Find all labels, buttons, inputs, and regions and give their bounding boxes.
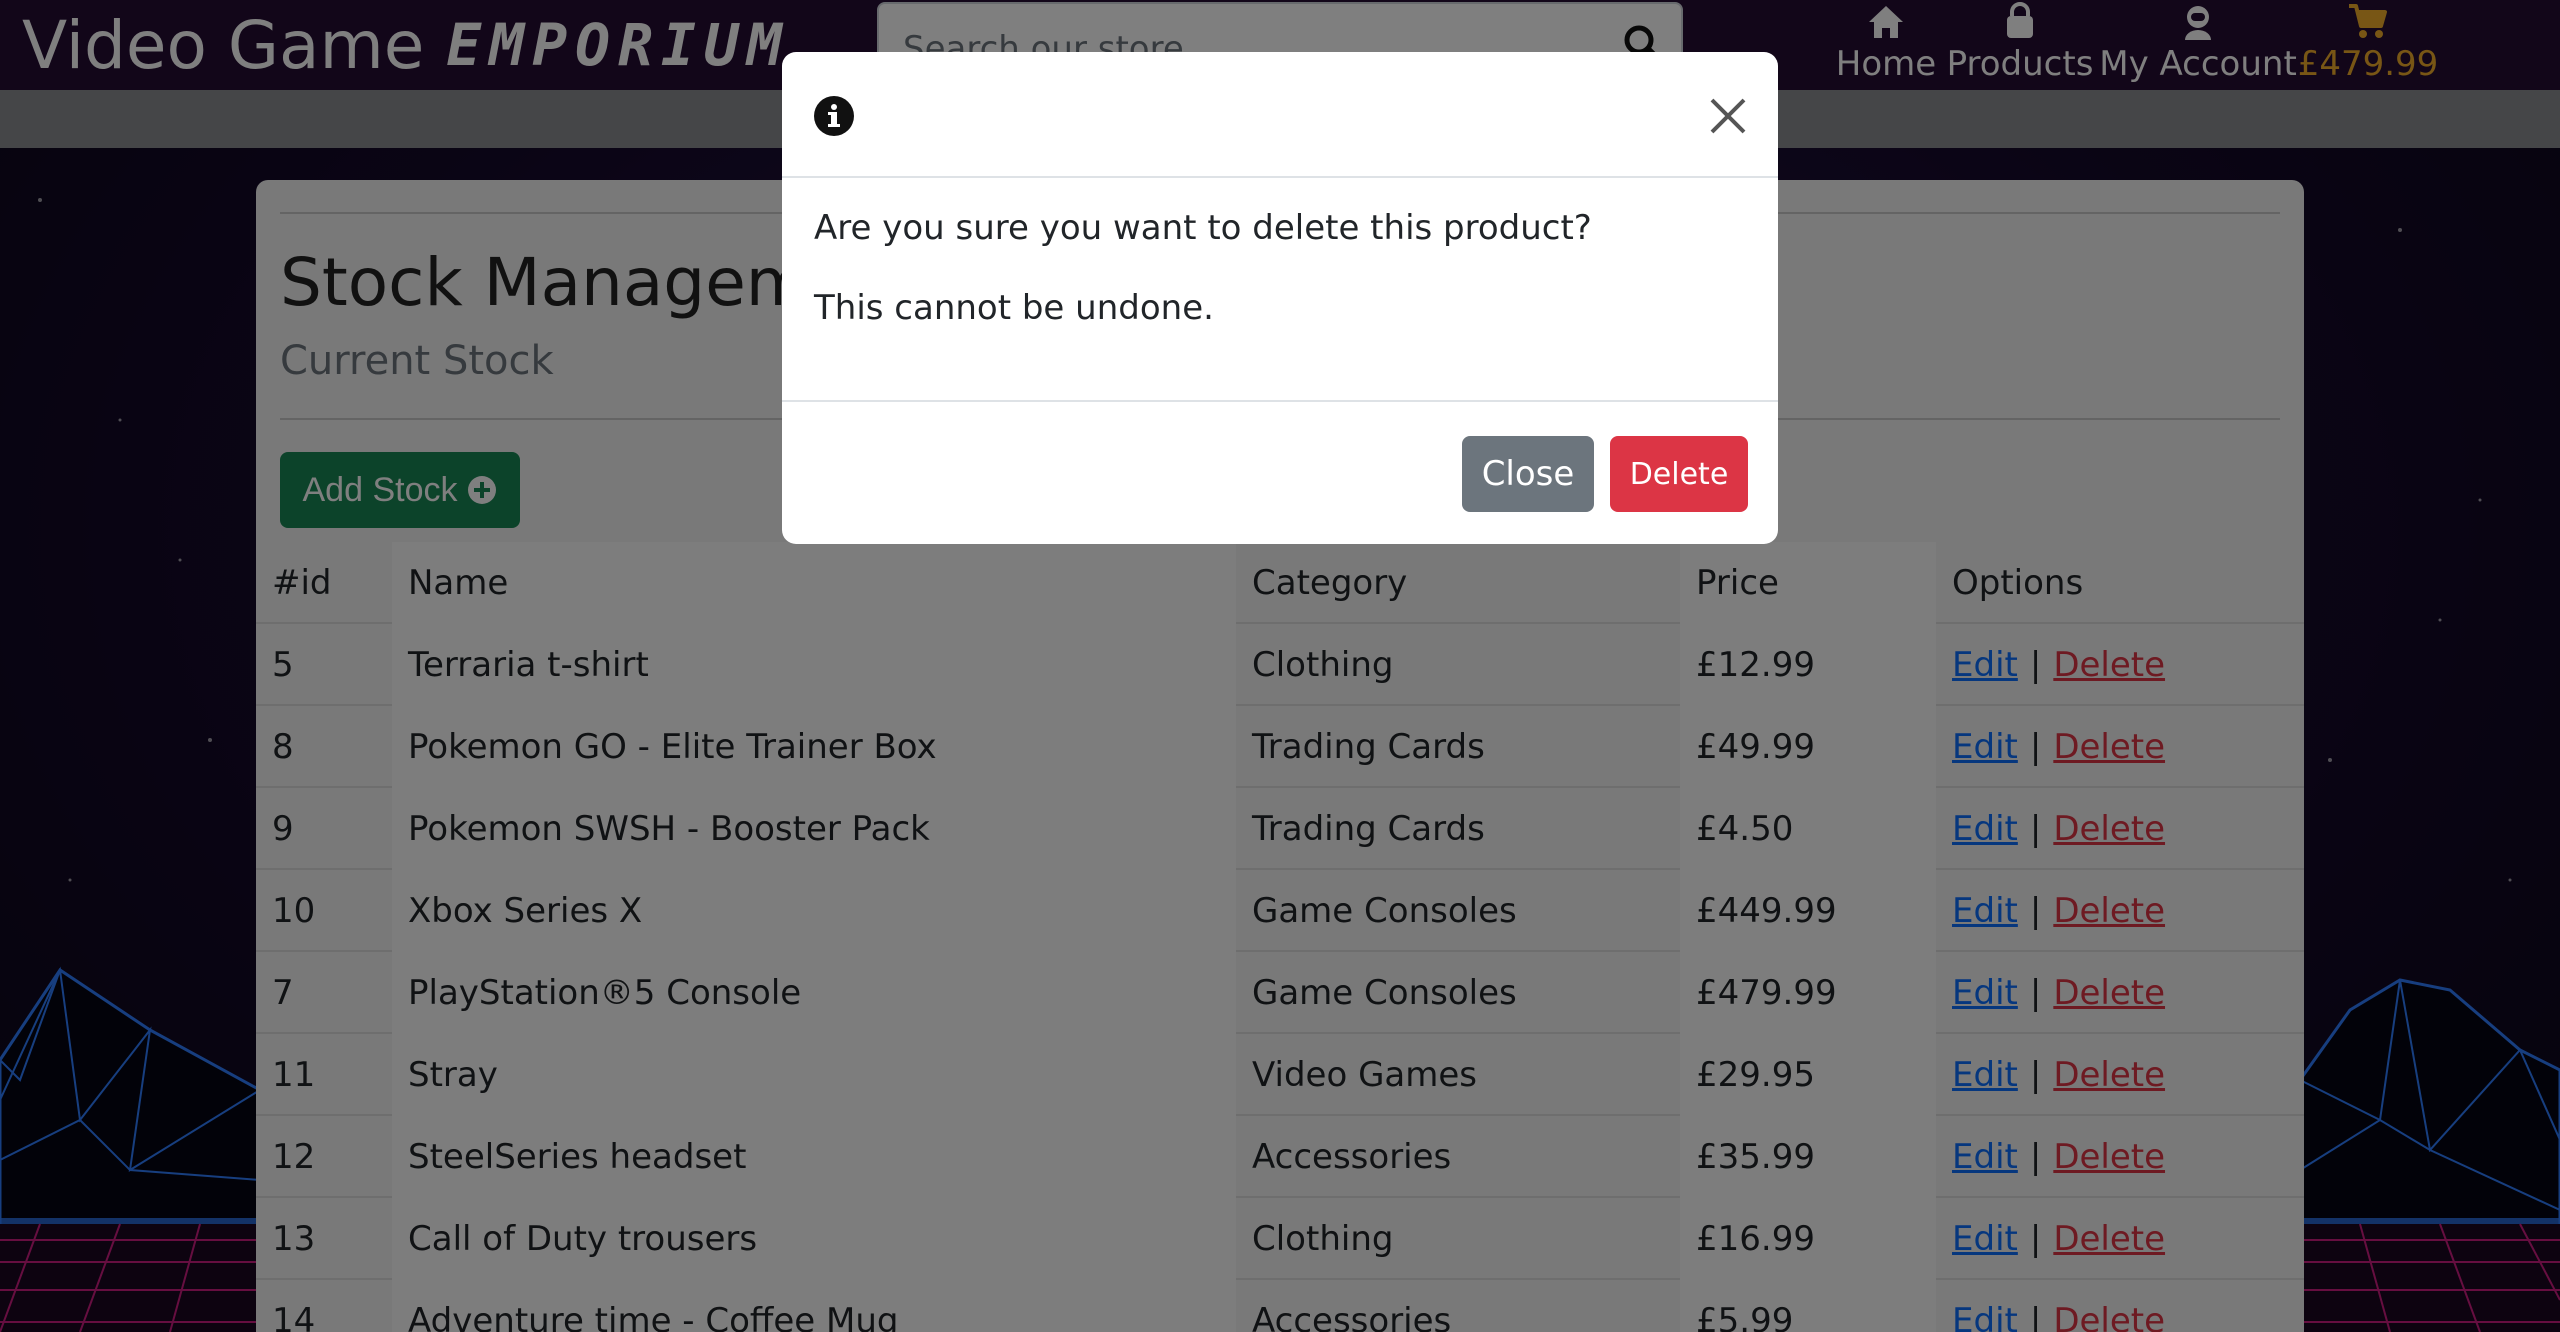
modal-footer: Close Delete [782, 400, 1778, 544]
close-button[interactable]: Close [1462, 436, 1594, 512]
modal-warning: This cannot be undone. [814, 288, 1214, 328]
modal-header [782, 52, 1778, 178]
info-icon [814, 96, 854, 136]
modal-body: Are you sure you want to delete this pro… [814, 208, 1744, 368]
delete-confirm-modal: Are you sure you want to delete this pro… [782, 52, 1778, 544]
modal-message: Are you sure you want to delete this pro… [814, 208, 1592, 248]
close-icon[interactable] [1706, 94, 1750, 138]
delete-button[interactable]: Delete [1610, 436, 1748, 512]
